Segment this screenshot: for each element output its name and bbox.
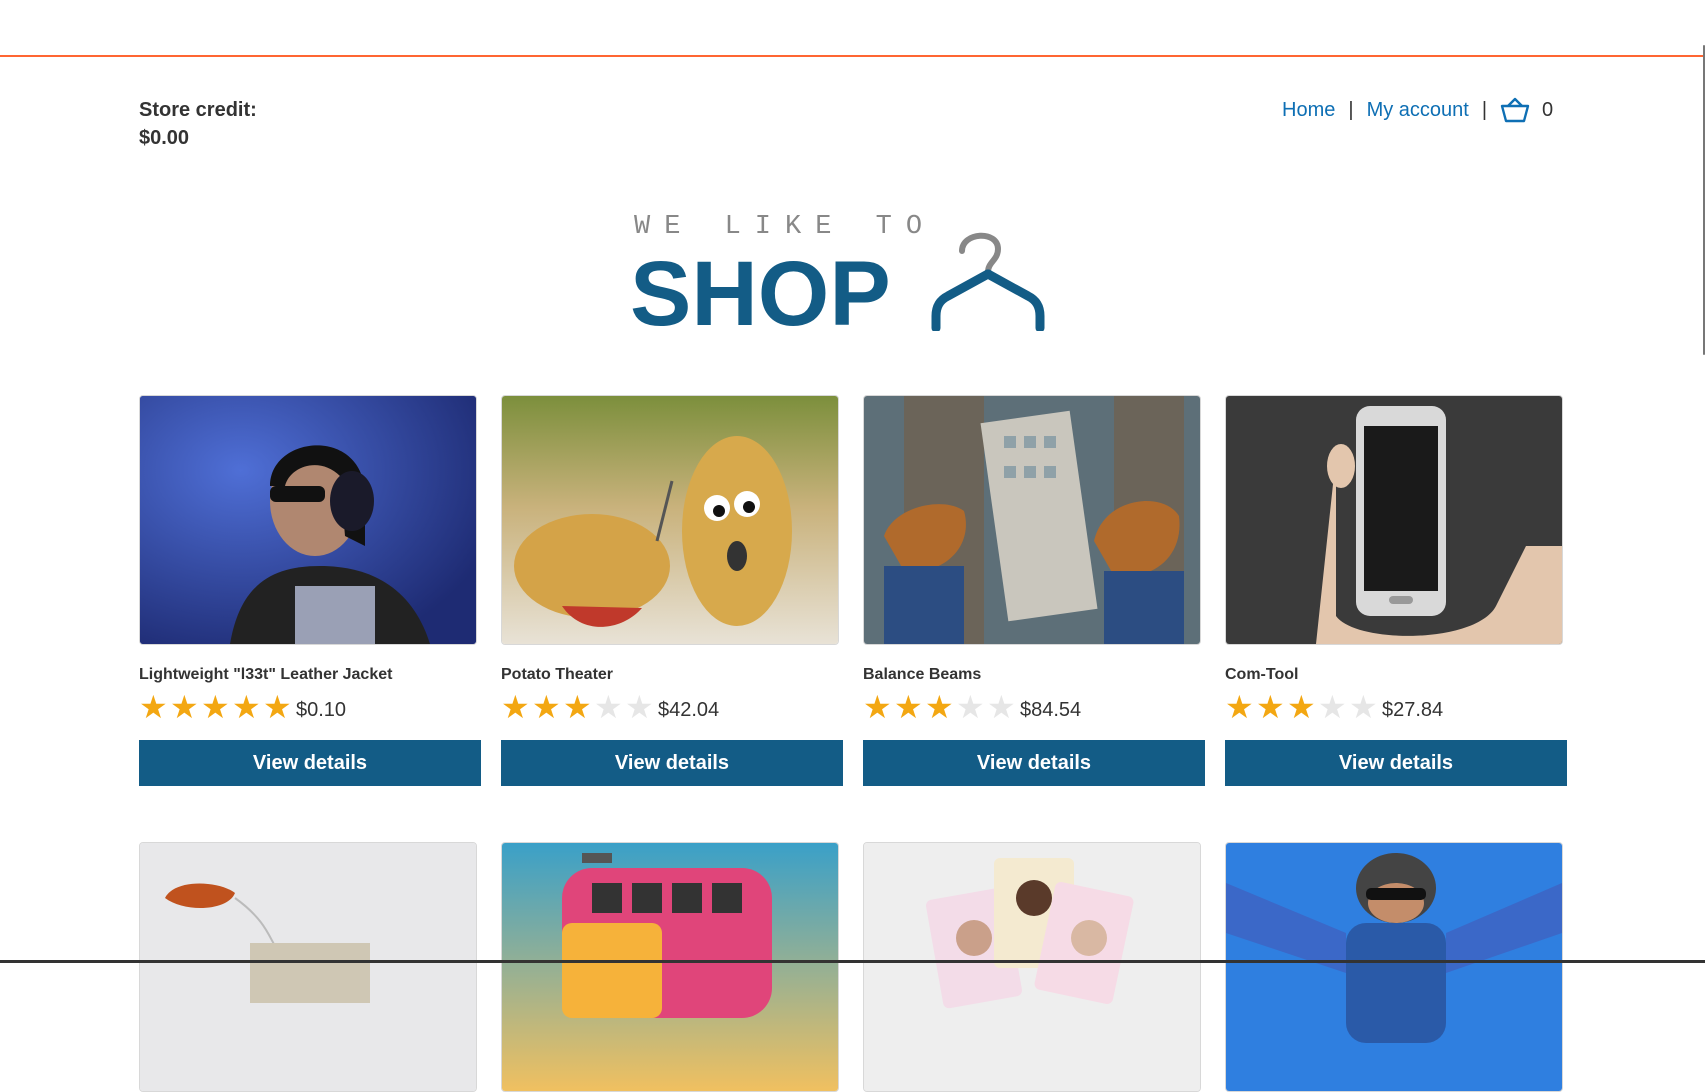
product-card [863, 842, 1205, 1092]
store-credit: Store credit: $0.00 [139, 96, 257, 152]
product-image[interactable] [139, 395, 477, 645]
product-image[interactable] [1225, 842, 1563, 1092]
product-image[interactable] [863, 395, 1201, 645]
product-image[interactable] [501, 395, 839, 645]
camper-van-image [502, 843, 838, 1091]
shop-logo: WE LIKE TO SHOP [630, 208, 1075, 344]
store-credit-label: Store credit: [139, 99, 257, 121]
woman-with-headphones-image [140, 396, 476, 644]
nav-separator: | [1481, 99, 1488, 121]
tea-bag-image [140, 843, 476, 1091]
star-icon: ★ [594, 689, 623, 725]
product-title: Com-Tool [1225, 666, 1299, 683]
product-title: Potato Theater [501, 666, 614, 683]
cart-button[interactable]: 0 [1500, 96, 1553, 124]
star-icon: ★ [1318, 689, 1347, 725]
star-icon: ★ [1225, 689, 1254, 725]
star-icon: ★ [894, 689, 923, 725]
playing-cards-image [864, 843, 1200, 1091]
product-image[interactable] [1225, 395, 1563, 645]
product-image[interactable] [863, 842, 1201, 1092]
star-icon: ★ [956, 689, 985, 725]
basket-icon [1500, 97, 1530, 123]
view-details-button[interactable]: View details [863, 740, 1205, 786]
store-credit-value: $0.00 [139, 127, 190, 149]
star-icon: ★ [625, 689, 654, 725]
potatoes-image [502, 396, 838, 644]
product-card: Lightweight "l33t" Leather Jacket ★ ★ ★ … [139, 395, 481, 786]
star-icon: ★ [532, 689, 561, 725]
product-title: Lightweight "l33t" Leather Jacket [139, 666, 393, 683]
product-price: $27.84 [1382, 698, 1444, 721]
product-card [1225, 842, 1567, 1092]
product-title: Balance Beams [863, 666, 982, 683]
skydivers-image [1226, 843, 1562, 1091]
header-accent-line [0, 55, 1705, 57]
top-nav: Home | My account | 0 [1282, 96, 1553, 124]
product-rating: ★ ★ ★ ★ ★ $27.84 [1225, 690, 1567, 724]
star-icon: ★ [263, 689, 292, 725]
star-icon: ★ [501, 689, 530, 725]
feet-over-city-image [864, 396, 1200, 644]
nav-separator: | [1348, 99, 1354, 121]
product-rating: ★ ★ ★ ★ ★ $42.04 [501, 690, 843, 724]
product-card: Balance Beams ★ ★ ★ ★ ★ $84.54 View deta… [863, 395, 1205, 786]
star-icon: ★ [987, 689, 1016, 725]
cart-count: 0 [1542, 99, 1554, 121]
star-icon: ★ [925, 689, 954, 725]
product-rating: ★ ★ ★ ★ ★ $84.54 [863, 690, 1205, 724]
product-image[interactable] [501, 842, 839, 1092]
product-price: $0.10 [296, 698, 347, 721]
star-icon: ★ [170, 689, 199, 725]
star-icon: ★ [863, 689, 892, 725]
logo-word: SHOP [630, 243, 891, 345]
hand-holding-phone-image [1226, 396, 1562, 644]
star-icon: ★ [1287, 689, 1316, 725]
logo-tagline: WE LIKE TO [634, 212, 937, 242]
product-price: $84.54 [1020, 698, 1082, 721]
star-icon: ★ [1256, 689, 1285, 725]
star-icon: ★ [232, 689, 261, 725]
product-rating: ★ ★ ★ ★ ★ $0.10 [139, 690, 481, 724]
product-price: $42.04 [658, 698, 720, 721]
view-details-button[interactable]: View details [139, 740, 481, 786]
view-details-button[interactable]: View details [501, 740, 843, 786]
star-icon: ★ [1349, 689, 1378, 725]
home-link[interactable]: Home [1282, 96, 1335, 124]
product-image[interactable] [139, 842, 477, 1092]
product-card [501, 842, 843, 1092]
my-account-link[interactable]: My account [1367, 96, 1469, 124]
view-details-button[interactable]: View details [1225, 740, 1567, 786]
product-card: Potato Theater ★ ★ ★ ★ ★ $42.04 View det… [501, 395, 843, 786]
star-icon: ★ [201, 689, 230, 725]
hanger-icon [931, 232, 1045, 331]
product-card [139, 842, 481, 1092]
star-icon: ★ [563, 689, 592, 725]
star-icon: ★ [139, 689, 168, 725]
product-card: Com-Tool ★ ★ ★ ★ ★ $27.84 View details [1225, 395, 1567, 786]
